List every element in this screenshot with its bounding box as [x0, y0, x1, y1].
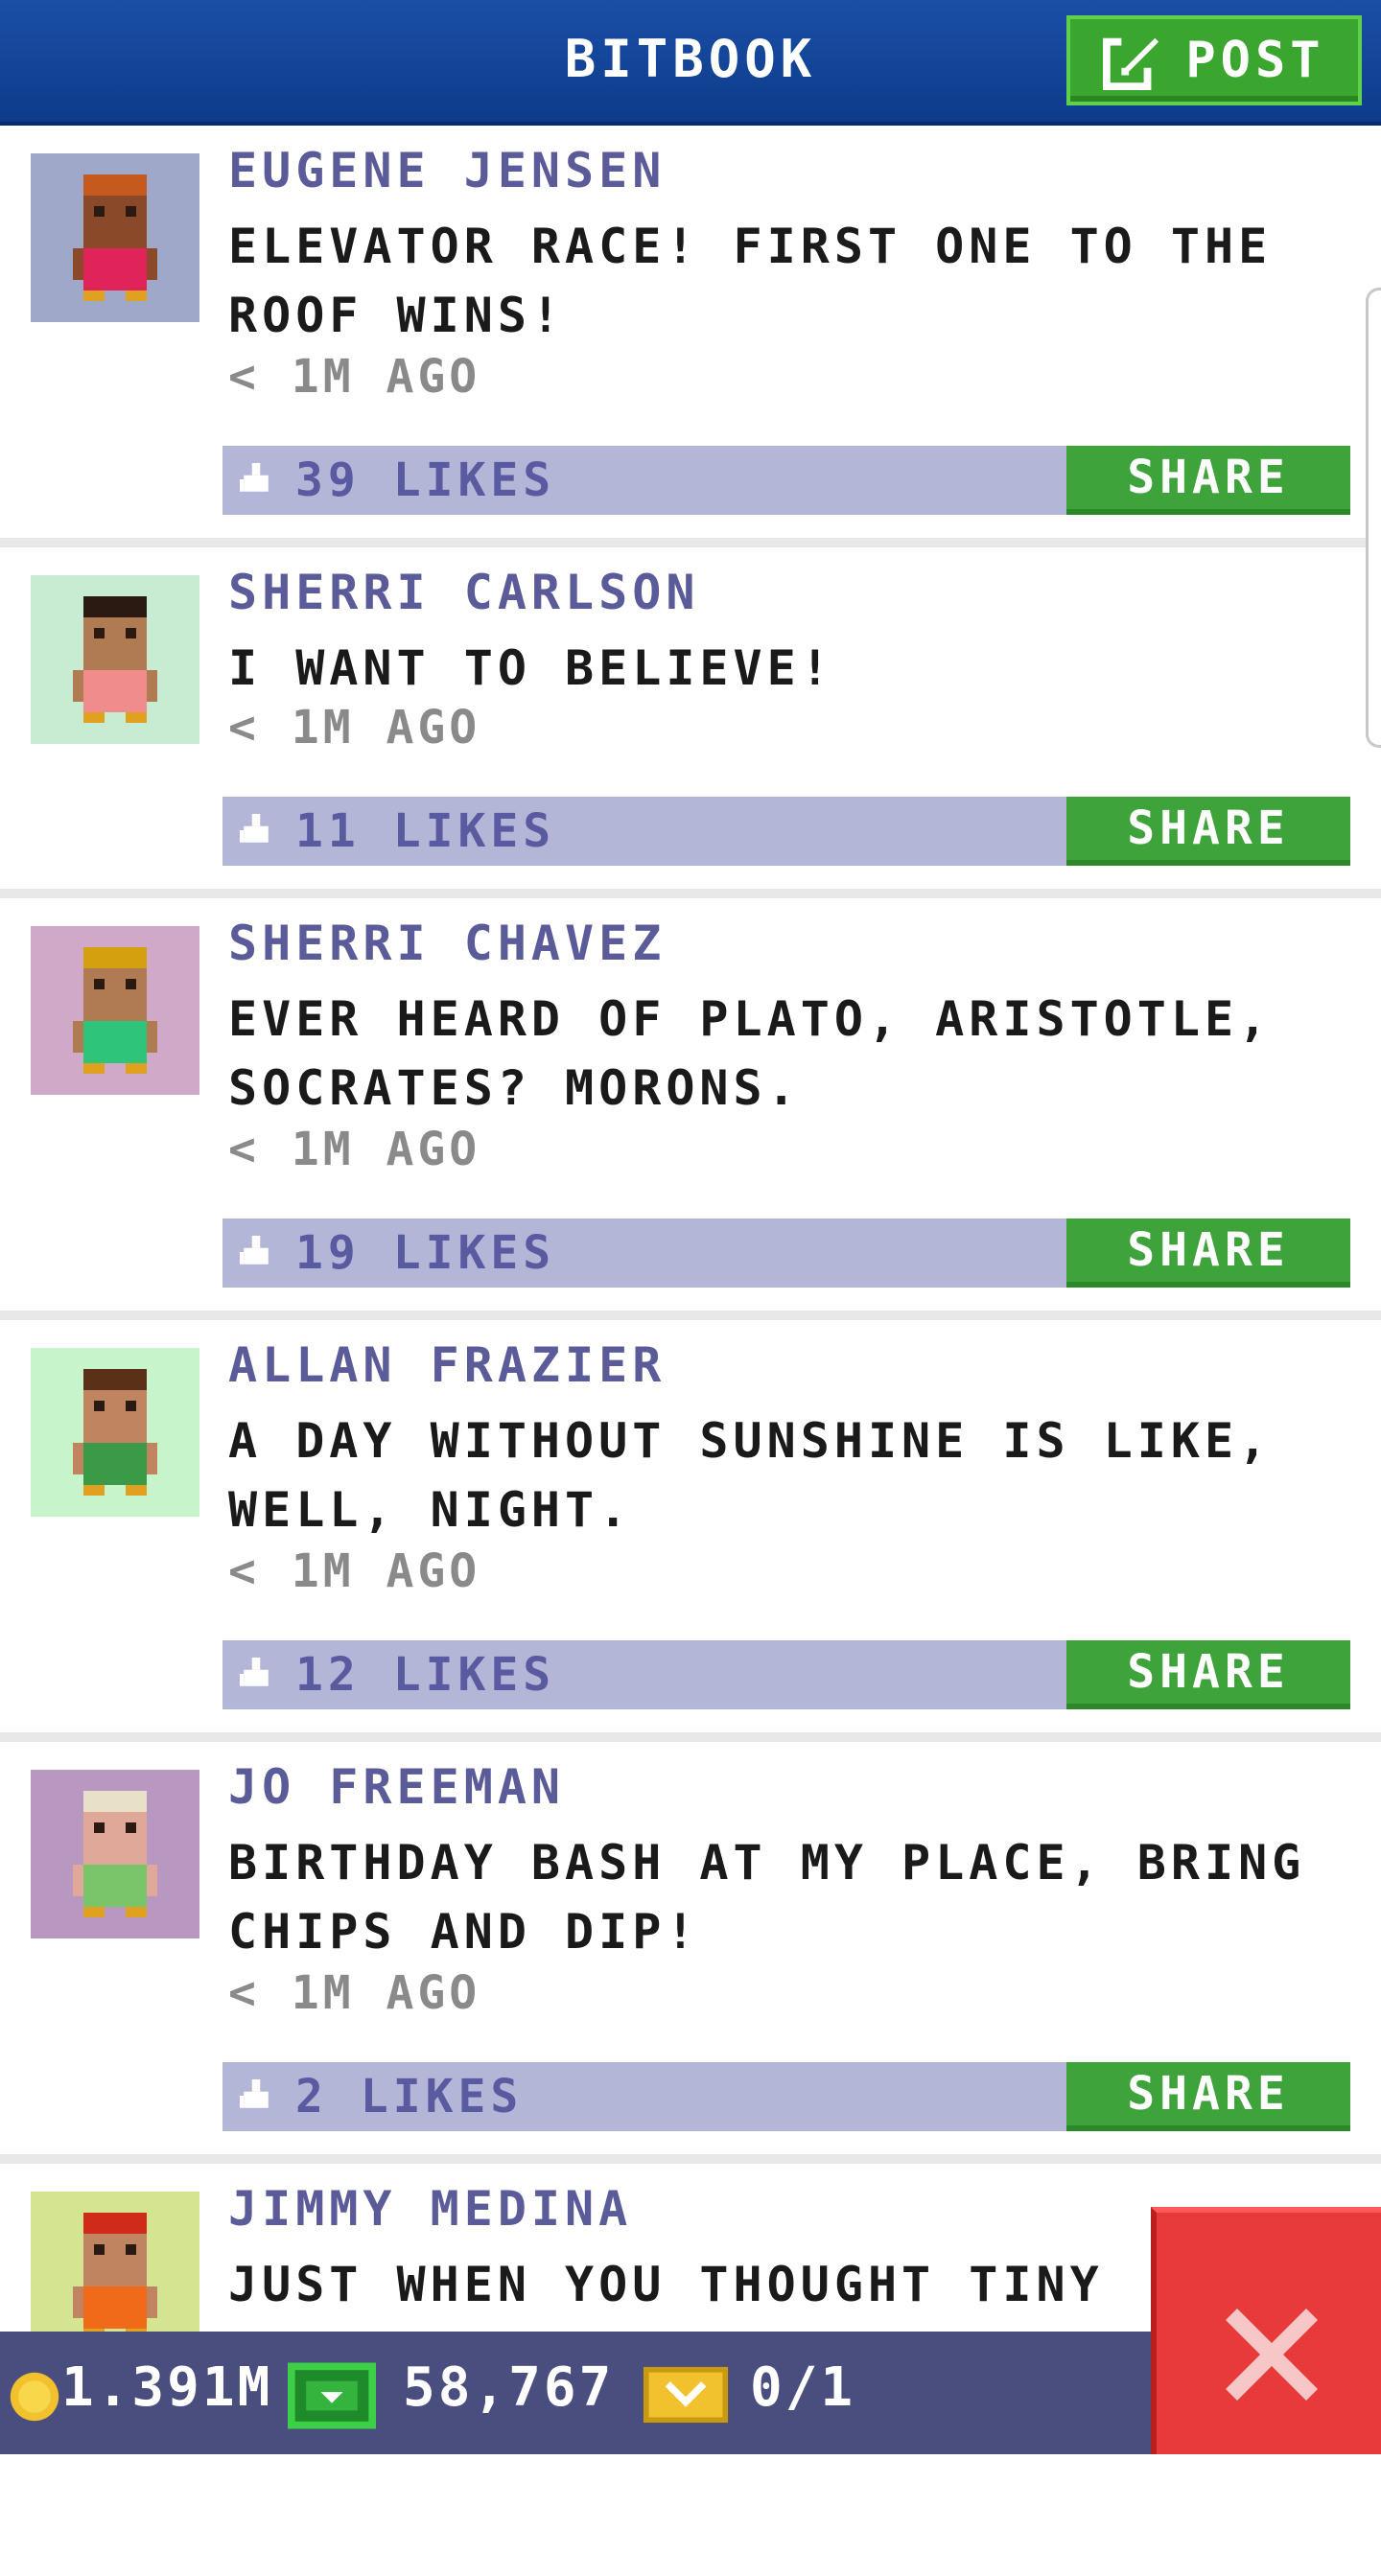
post-message: A DAY WITHOUT SUNSHINE IS LIKE, WELL, NI…: [228, 1413, 1273, 1538]
likes-count: 19 LIKES: [295, 1226, 556, 1280]
post-author[interactable]: JIMMY MEDINA: [228, 2181, 632, 2237]
vip-ticket-icon: [643, 2366, 729, 2424]
likes-count: 39 LIKES: [295, 453, 556, 507]
thumbs-up-icon: [240, 2079, 269, 2108]
tickets-count: 0/1: [750, 2356, 856, 2419]
cash-icon: [288, 2362, 376, 2429]
post-button[interactable]: POST: [1066, 15, 1362, 105]
likes-count: 12 LIKES: [295, 1648, 556, 1702]
post-timestamp: < 1M AGO: [228, 1544, 481, 1598]
likes-count: 2 LIKES: [295, 2070, 524, 2123]
share-button[interactable]: SHARE: [1066, 1640, 1350, 1709]
post-author[interactable]: JO FREEMAN: [228, 1759, 565, 1815]
post-message: ELEVATOR RACE! FIRST ONE TO THE ROOF WIN…: [228, 219, 1273, 343]
divider: [0, 2154, 1381, 2164]
divider: [0, 1311, 1381, 1320]
bux-count: 58,767: [403, 2356, 615, 2419]
coin-icon: [10, 2372, 59, 2422]
post-timestamp: < 1M AGO: [228, 701, 481, 754]
post-message: EVER HEARD OF PLATO, ARISTOTLE, SOCRATES…: [228, 991, 1273, 1116]
post-item: EUGENE JENSEN ELEVATOR RACE! FIRST ONE T…: [0, 126, 1381, 538]
likes-bar[interactable]: 19 LIKES SHARE: [222, 1218, 1350, 1288]
post-author[interactable]: SHERRI CARLSON: [228, 565, 699, 620]
avatar[interactable]: [31, 153, 199, 322]
avatar[interactable]: [31, 575, 199, 744]
post-item: ALLAN FRAZIER A DAY WITHOUT SUNSHINE IS …: [0, 1320, 1381, 1732]
post-author[interactable]: EUGENE JENSEN: [228, 143, 666, 198]
thumbs-up-icon: [240, 463, 269, 492]
edit-icon: [1103, 34, 1159, 90]
divider: [0, 1732, 1381, 1742]
post-item: JO FREEMAN BIRTHDAY BASH AT MY PLACE, BR…: [0, 1742, 1381, 2154]
post-author[interactable]: SHERRI CHAVEZ: [228, 916, 666, 971]
post-button-label: POST: [1185, 32, 1325, 89]
divider: [0, 889, 1381, 898]
avatar[interactable]: [31, 1348, 199, 1517]
likes-bar[interactable]: 2 LIKES SHARE: [222, 2062, 1350, 2131]
post-message: I WANT TO BELIEVE!: [228, 640, 834, 696]
top-bar: BITBOOK POST: [0, 0, 1381, 126]
scroll-handle[interactable]: [1366, 288, 1381, 748]
likes-count: 11 LIKES: [295, 804, 556, 858]
likes-bar[interactable]: 39 LIKES SHARE: [222, 446, 1350, 515]
divider: [0, 538, 1381, 547]
coins-count: 1.391M: [61, 2356, 273, 2419]
avatar[interactable]: [31, 926, 199, 1095]
close-button[interactable]: [1151, 2207, 1381, 2454]
share-button[interactable]: SHARE: [1066, 446, 1350, 515]
thumbs-up-icon: [240, 814, 269, 843]
post-timestamp: < 1M AGO: [228, 1123, 481, 1176]
share-button[interactable]: SHARE: [1066, 797, 1350, 866]
share-button[interactable]: SHARE: [1066, 2062, 1350, 2131]
post-author[interactable]: ALLAN FRAZIER: [228, 1337, 666, 1393]
post-timestamp: < 1M AGO: [228, 1966, 481, 2020]
avatar[interactable]: [31, 1770, 199, 1938]
close-icon: [1226, 2309, 1318, 2401]
post-item: SHERRI CHAVEZ EVER HEARD OF PLATO, ARIST…: [0, 898, 1381, 1311]
post-message: BIRTHDAY BASH AT MY PLACE, BRING CHIPS A…: [228, 1835, 1306, 1960]
thumbs-up-icon: [240, 1658, 269, 1686]
likes-bar[interactable]: 11 LIKES SHARE: [222, 797, 1350, 866]
likes-bar[interactable]: 12 LIKES SHARE: [222, 1640, 1350, 1709]
post-timestamp: < 1M AGO: [228, 350, 481, 404]
share-button[interactable]: SHARE: [1066, 1218, 1350, 1288]
thumbs-up-icon: [240, 1236, 269, 1265]
